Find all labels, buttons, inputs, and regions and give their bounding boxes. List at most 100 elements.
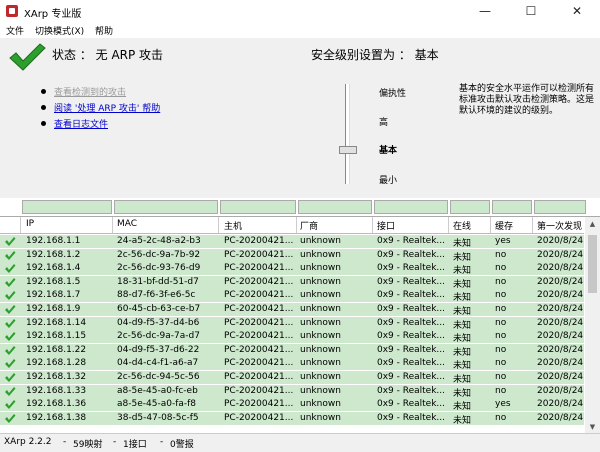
filter-host[interactable]: [220, 200, 296, 214]
filter-mac[interactable]: [114, 200, 218, 214]
column-separator: [372, 217, 373, 233]
vertical-scrollbar[interactable]: ▲ ▼: [585, 217, 600, 434]
table-row[interactable]: 192.168.1.5 18-31-bf-dd-51-d7 PC-20200421.…: [0, 275, 584, 290]
scroll-up-icon[interactable]: ▲: [585, 217, 600, 231]
table-row[interactable]: 192.168.1.36 a8-5e-45-a0-fa-f8 PC-20200421…: [0, 398, 584, 412]
cell-interface: 0x9 - Realtek...: [377, 344, 446, 355]
table-row[interactable]: 192.168.1.22 04-d9-f5-37-d6-22 PC-20200421…: [0, 343, 584, 358]
cell-cache: no: [495, 358, 507, 369]
cell-mac: 2c-56-dc-93-76-d9: [117, 263, 201, 274]
column-interface[interactable]: 接口: [377, 219, 395, 232]
cell-interface: 0x9 - Realtek...: [377, 412, 446, 423]
filter-ip[interactable]: [22, 200, 112, 214]
close-button[interactable]: ✕: [554, 0, 600, 22]
table-row[interactable]: 192.168.1.9 60-45-cb-63-ce-b7 PC-20200421.…: [0, 303, 584, 317]
cell-first-seen: 2020/8/24: [537, 317, 584, 328]
cell-host: PC-20200421...: [224, 385, 294, 396]
column-ip[interactable]: IP: [26, 219, 34, 229]
arp-help-link[interactable]: 阅读 '处理 ARP 攻击' 帮助: [54, 101, 160, 114]
cell-ip: 192.168.1.1: [26, 236, 81, 246]
filter-vendor[interactable]: [298, 200, 372, 214]
table-header: IP MAC 主机 厂商 接口 在线 缓存 第一次发现: [0, 217, 584, 234]
cell-interface: 0x9 - Realtek...: [377, 317, 446, 328]
scroll-thumb[interactable]: [588, 235, 597, 293]
security-slider-track[interactable]: [345, 84, 350, 184]
cell-cache: no: [495, 372, 507, 382]
filter-interface[interactable]: [374, 200, 448, 214]
cell-host: PC-20200421...: [224, 290, 294, 301]
view-log-link[interactable]: 查看日志文件: [54, 117, 108, 130]
cell-online: 未知: [453, 361, 472, 372]
cell-ip: 192.168.1.9: [26, 304, 81, 314]
column-first-seen[interactable]: 第一次发现: [537, 219, 582, 232]
cell-mac: 2c-56-dc-9a-7a-d7: [117, 331, 200, 342]
cell-mac: 2c-56-dc-94-5c-56: [117, 372, 200, 382]
view-attacks-link[interactable]: 查看检测到的攻击: [54, 85, 126, 98]
cell-online: 未知: [453, 415, 472, 426]
cell-ip: 192.168.1.38: [26, 412, 87, 423]
cell-online: 未知: [453, 252, 472, 263]
cell-first-seen: 2020/8/24: [537, 331, 584, 342]
cell-mac: a8-5e-45-a0-fc-eb: [117, 385, 198, 396]
cell-mac: 04-d9-f5-37-d6-22: [117, 344, 200, 355]
cell-online: 未知: [453, 279, 472, 290]
ok-check-icon: [5, 332, 16, 342]
scroll-down-icon[interactable]: ▼: [585, 420, 600, 434]
cell-cache: no: [495, 385, 507, 396]
table-row[interactable]: 192.168.1.14 04-d9-f5-37-d4-b6 PC-20200421…: [0, 316, 584, 331]
filter-cache[interactable]: [492, 200, 532, 214]
status-separator: -: [160, 437, 164, 447]
table-row[interactable]: 192.168.1.4 2c-56-dc-93-76-d9 PC-20200421.…: [0, 262, 584, 276]
table-row[interactable]: 192.168.1.7 88-d7-f6-3f-e6-5c PC-20200421.…: [0, 289, 584, 303]
cell-mac: a8-5e-45-a0-fa-f8: [117, 399, 197, 410]
menu-file[interactable]: 文件: [6, 24, 24, 37]
cell-vendor: unknown: [300, 317, 341, 328]
ok-check-icon: [5, 237, 16, 246]
column-host[interactable]: 主机: [224, 219, 242, 232]
table-row[interactable]: 192.168.1.2 2c-56-dc-9a-7b-92 PC-20200421.…: [0, 248, 584, 263]
column-mac[interactable]: MAC: [117, 219, 137, 229]
cell-cache: no: [495, 263, 507, 274]
alerts-count: 0警报: [170, 440, 194, 450]
level-minimal: 最小: [379, 176, 398, 186]
table-row[interactable]: 192.168.1.38 38-d5-47-08-5c-f5 PC-20200421…: [0, 411, 584, 426]
cell-cache: no: [495, 317, 507, 328]
filter-online[interactable]: [450, 200, 490, 214]
filter-first-seen[interactable]: [534, 200, 586, 214]
cell-online: 未知: [453, 375, 472, 385]
security-slider-thumb[interactable]: [339, 146, 357, 154]
menu-switch-mode[interactable]: 切换模式(X): [35, 24, 84, 37]
cell-ip: 192.168.1.36: [26, 399, 87, 410]
cell-host: PC-20200421...: [224, 236, 294, 246]
table-row[interactable]: 192.168.1.33 a8-5e-45-a0-fc-eb PC-20200421…: [0, 384, 584, 399]
ok-check-icon: [5, 413, 16, 423]
ok-check-icon: [5, 264, 16, 274]
version-label: XArp 2.2.2: [4, 437, 52, 447]
menu-help[interactable]: 帮助: [95, 24, 113, 37]
table-row[interactable]: 192.168.1.28 04-d4-c4-f1-a6-a7 PC-20200421…: [0, 357, 584, 372]
cell-first-seen: 2020/8/24: [537, 358, 584, 369]
cell-first-seen: 2020/8/24: [537, 249, 584, 260]
cell-ip: 192.168.1.33: [26, 385, 87, 396]
cell-interface: 0x9 - Realtek...: [377, 385, 446, 396]
column-separator: [112, 217, 113, 233]
minimize-button[interactable]: —: [462, 0, 508, 22]
maximize-button[interactable]: ☐: [508, 0, 554, 22]
cell-vendor: unknown: [300, 358, 341, 369]
cell-vendor: unknown: [300, 249, 341, 260]
cell-first-seen: 2020/8/24: [537, 304, 584, 314]
table-row[interactable]: 192.168.1.1 24-a5-2c-48-a2-b3 PC-20200421.…: [0, 235, 584, 249]
column-vendor[interactable]: 厂商: [300, 219, 318, 232]
table-row[interactable]: 192.168.1.32 2c-56-dc-94-5c-56 PC-20200421…: [0, 371, 584, 385]
column-separator: [490, 217, 491, 233]
cell-online: 未知: [453, 239, 472, 249]
cell-cache: yes: [495, 236, 511, 246]
interfaces-count: 1接口: [123, 440, 147, 450]
column-cache[interactable]: 缓存: [495, 219, 513, 232]
cell-mac: 04-d4-c4-f1-a6-a7: [117, 358, 199, 369]
table-row[interactable]: 192.168.1.15 2c-56-dc-9a-7a-d7 PC-20200421…: [0, 330, 584, 344]
column-online[interactable]: 在线: [453, 219, 471, 232]
cell-cache: no: [495, 304, 507, 314]
cell-host: PC-20200421...: [224, 317, 294, 328]
window-title: XArp 专业版: [24, 9, 82, 20]
